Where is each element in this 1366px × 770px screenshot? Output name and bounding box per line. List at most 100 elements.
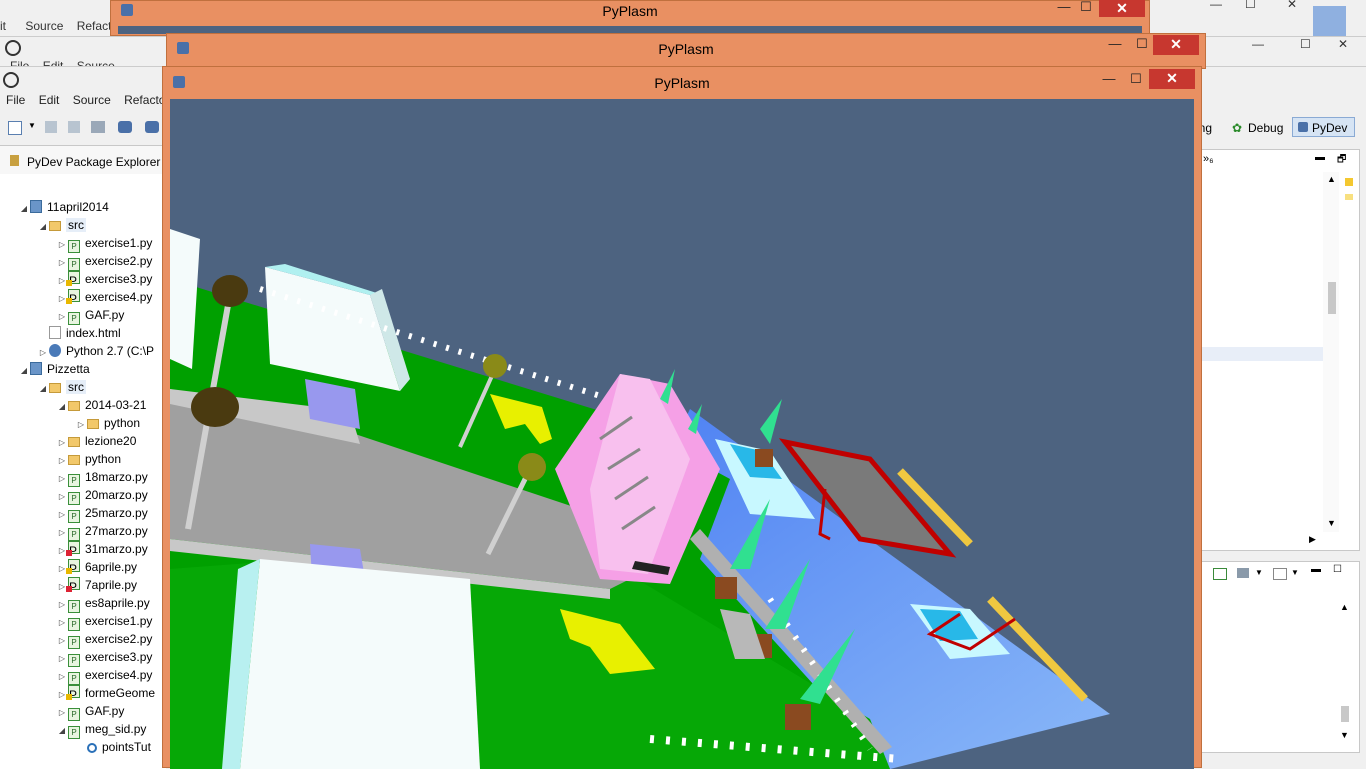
maximize-button[interactable]: 🗗 xyxy=(1337,152,1346,169)
chevron-down-icon[interactable]: ▼ xyxy=(1255,568,1263,577)
tree-item[interactable]: ◢ 2014-03-21 xyxy=(56,396,146,414)
console-panel: ▼ ▼ ▬ ☐ ▲ ▼ xyxy=(1198,561,1360,753)
tree-item-label: python xyxy=(104,416,141,430)
close-button[interactable]: ✕ xyxy=(1099,0,1145,17)
scroll-thumb[interactable] xyxy=(1341,706,1349,722)
minimize-button[interactable]: ▬ xyxy=(1315,152,1325,163)
perspective-pydev[interactable]: PyDev xyxy=(1312,121,1347,135)
tree-item[interactable]: ▷ P 20marzo.py xyxy=(56,486,148,505)
tree-item[interactable]: ▷ P GAF.py xyxy=(56,306,125,325)
expanded-icon[interactable]: ◢ xyxy=(18,362,30,380)
tree-item[interactable]: pointsTut xyxy=(75,738,151,756)
tree-item[interactable]: ▷ Pexercise1.py xyxy=(56,234,152,253)
menu-file[interactable]: File xyxy=(6,93,25,107)
minimize-button[interactable]: ▬ xyxy=(1311,564,1321,575)
tree-item[interactable]: ▷ Pexercise1.py xyxy=(56,612,152,631)
maximize-button[interactable]: ☐ xyxy=(1073,0,1099,17)
maximize-button[interactable]: ☐ xyxy=(1333,564,1342,575)
maximize-button[interactable]: ☐ xyxy=(1123,71,1149,89)
maximize-button[interactable]: ☐ xyxy=(1129,36,1155,54)
new-console-icon[interactable] xyxy=(1273,568,1287,580)
warning-marker[interactable] xyxy=(1345,194,1353,200)
minimize-button[interactable]: — xyxy=(1252,37,1264,51)
tree-item[interactable]: ◢ Pizzetta xyxy=(18,360,90,378)
menu-item[interactable]: Source xyxy=(25,19,63,33)
close-button[interactable]: ✕ xyxy=(1149,69,1195,89)
tree-item[interactable]: ▷ Pexercise3.py xyxy=(56,648,152,667)
tree-item[interactable]: ▷ P 18marzo.py xyxy=(56,468,148,487)
explorer-title[interactable]: PyDev Package Explorer xyxy=(27,155,160,169)
tree-item[interactable]: ▷ Pexercise3.py xyxy=(56,270,152,288)
scroll-down-icon[interactable]: ▼ xyxy=(1327,518,1336,528)
chevron-down-icon[interactable]: ▼ xyxy=(28,121,36,130)
tree-item[interactable]: ▷ P 25marzo.py xyxy=(56,504,148,523)
close-button[interactable]: ✕ xyxy=(1338,37,1348,51)
3d-viewport[interactable] xyxy=(170,99,1194,769)
tree-item[interactable]: ◢ src xyxy=(37,216,86,234)
outline-marker[interactable]: »₆ xyxy=(1203,153,1214,165)
tree-item[interactable]: ▷ P 31marzo.py xyxy=(56,540,148,558)
tree-item[interactable]: index.html xyxy=(37,324,121,342)
tree-item[interactable]: ▷ P GAF.py xyxy=(56,702,124,721)
python-file-icon: P xyxy=(66,289,80,306)
maximize-button[interactable]: ☐ xyxy=(1245,0,1256,11)
tree-item[interactable]: ◢ Pmeg_sid.py xyxy=(56,720,146,740)
menu-refactor[interactable]: Refacto xyxy=(124,93,165,107)
minimize-button[interactable]: — xyxy=(1096,71,1122,89)
close-button[interactable]: ✕ xyxy=(1287,0,1297,11)
display-icon[interactable] xyxy=(1237,568,1249,578)
python-icon[interactable] xyxy=(118,121,132,133)
close-button[interactable]: ✕ xyxy=(1153,35,1199,55)
tree-item[interactable]: ▷ Pexercise2.py xyxy=(56,630,152,649)
tree-item[interactable]: ▷ P 7aprile.py xyxy=(56,576,137,594)
tree-item[interactable]: ▷ python xyxy=(75,414,140,432)
scroll-up-icon[interactable]: ▲ xyxy=(1340,602,1349,612)
chevron-down-icon[interactable]: ▼ xyxy=(1291,568,1299,577)
vertical-scrollbar[interactable]: ▲ ▼ xyxy=(1337,602,1353,742)
menu-edit[interactable]: Edit xyxy=(39,93,60,107)
minimize-button[interactable]: — xyxy=(1102,36,1128,54)
tree-item[interactable]: ▷ Pes8aprile.py xyxy=(56,594,150,613)
python-icon[interactable] xyxy=(145,121,159,133)
tree-item[interactable]: ▷ Pexercise2.py xyxy=(56,252,152,271)
maximize-button[interactable]: ☐ xyxy=(1300,37,1311,51)
tree-item[interactable]: ▷ P 6aprile.py xyxy=(56,558,137,576)
eclipse-main-menu: File Edit Source Refacto xyxy=(6,93,175,107)
save-all-icon[interactable] xyxy=(68,121,80,133)
scroll-right-icon[interactable]: ▶ xyxy=(1309,534,1316,545)
tree-item[interactable]: ▷ Pexercise4.py xyxy=(56,666,152,685)
expanded-icon[interactable]: ◢ xyxy=(18,200,30,218)
save-icon[interactable] xyxy=(45,121,57,133)
scroll-thumb[interactable] xyxy=(1328,282,1336,314)
tree-item[interactable]: ▷ PformeGeome xyxy=(56,684,155,702)
tree-item-label: GAF.py xyxy=(85,308,125,322)
project-icon xyxy=(30,362,42,375)
expanded-icon[interactable]: ◢ xyxy=(56,398,68,416)
lamp-head xyxy=(483,354,507,378)
tree-item[interactable]: ◢ src xyxy=(37,378,86,396)
expanded-icon[interactable]: ◢ xyxy=(37,380,49,398)
window-title: PyPlasm xyxy=(658,41,714,57)
open-console-icon[interactable] xyxy=(1213,568,1227,580)
menu-source[interactable]: Source xyxy=(73,93,111,107)
perspective-bar: ing ✿ Debug PyDev xyxy=(1196,115,1366,141)
minimize-button[interactable]: — xyxy=(1210,0,1222,11)
tree-item[interactable]: ▷ Python 2.7 (C:\P xyxy=(37,342,154,360)
perspective-debug[interactable]: Debug xyxy=(1248,121,1283,135)
print-icon[interactable] xyxy=(91,121,105,133)
tree-item[interactable]: ▷ lezione20 xyxy=(56,432,136,450)
tree-item[interactable]: ▷ Pexercise4.py xyxy=(56,288,152,306)
tree-item[interactable]: ▷ P 27marzo.py xyxy=(56,522,148,541)
vertical-scrollbar[interactable]: ▲ ▼ xyxy=(1323,172,1339,532)
tree-item[interactable]: ▷ python xyxy=(56,450,121,468)
expanded-icon[interactable]: ◢ xyxy=(37,218,49,236)
expanded-icon[interactable]: ◢ xyxy=(56,722,68,740)
window-title: PyPlasm xyxy=(654,75,710,91)
scroll-down-icon[interactable]: ▼ xyxy=(1340,730,1349,740)
warning-marker[interactable] xyxy=(1345,178,1353,186)
new-icon[interactable] xyxy=(8,121,22,135)
scene-render[interactable] xyxy=(170,99,1194,769)
tree-item[interactable]: ◢ 11april2014 xyxy=(18,198,109,216)
scroll-up-icon[interactable]: ▲ xyxy=(1327,174,1336,184)
menu-item[interactable]: it xyxy=(0,19,6,33)
